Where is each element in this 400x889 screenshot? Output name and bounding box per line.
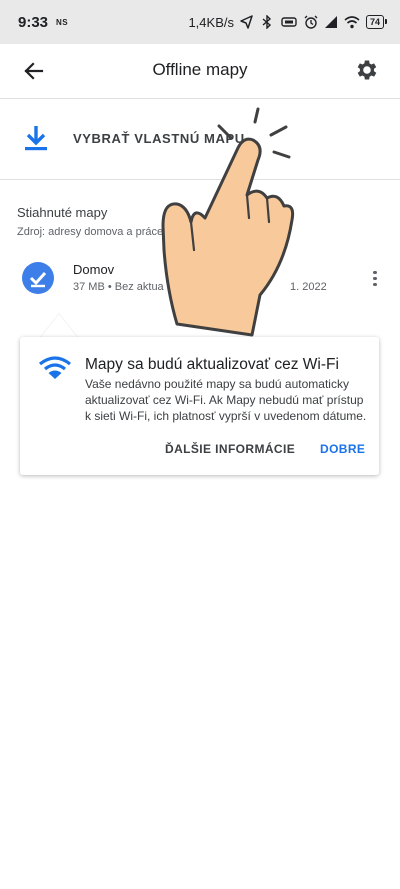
download-icon xyxy=(25,126,47,151)
section-title: Stiahnuté mapy xyxy=(17,205,108,220)
status-ns-label: NS xyxy=(56,17,69,27)
wifi-icon xyxy=(39,356,71,379)
more-vert-icon[interactable] xyxy=(368,268,382,290)
wifi-status-icon xyxy=(344,16,360,29)
map-meta: 37 MB • Bez aktua xyxy=(73,281,164,293)
network-speed: 1,4KB/s xyxy=(188,14,234,30)
alarm-icon xyxy=(304,15,318,29)
check-icon xyxy=(22,262,54,294)
page-title: Offline mapy xyxy=(152,60,248,79)
tooltip-arrow xyxy=(40,314,78,338)
tap-hand-icon xyxy=(161,107,295,337)
status-bar: 9:33 NS 1,4KB/s 74 xyxy=(0,0,400,44)
bluetooth-icon xyxy=(262,15,272,29)
section-source: Zdroj: adresy domova a práce xyxy=(17,226,164,238)
ok-button[interactable]: DOBRE xyxy=(320,442,365,456)
status-time: 9:33 xyxy=(18,13,49,31)
status-indicators: 1,4KB/s 74 xyxy=(188,14,388,30)
tooltip-body: Vaše nedávno použité mapy sa budú automa… xyxy=(85,377,367,423)
gear-icon[interactable] xyxy=(354,57,380,83)
map-name: Domov xyxy=(73,262,115,277)
battery-indicator: 74 xyxy=(365,15,388,29)
more-info-button[interactable]: ĎALŠIE INFORMÁCIE xyxy=(165,442,295,456)
vibrate-icon xyxy=(281,17,297,27)
location-arrow-icon xyxy=(240,15,253,29)
app-bar: Offline mapy xyxy=(0,44,400,99)
signal-icon xyxy=(324,16,337,28)
